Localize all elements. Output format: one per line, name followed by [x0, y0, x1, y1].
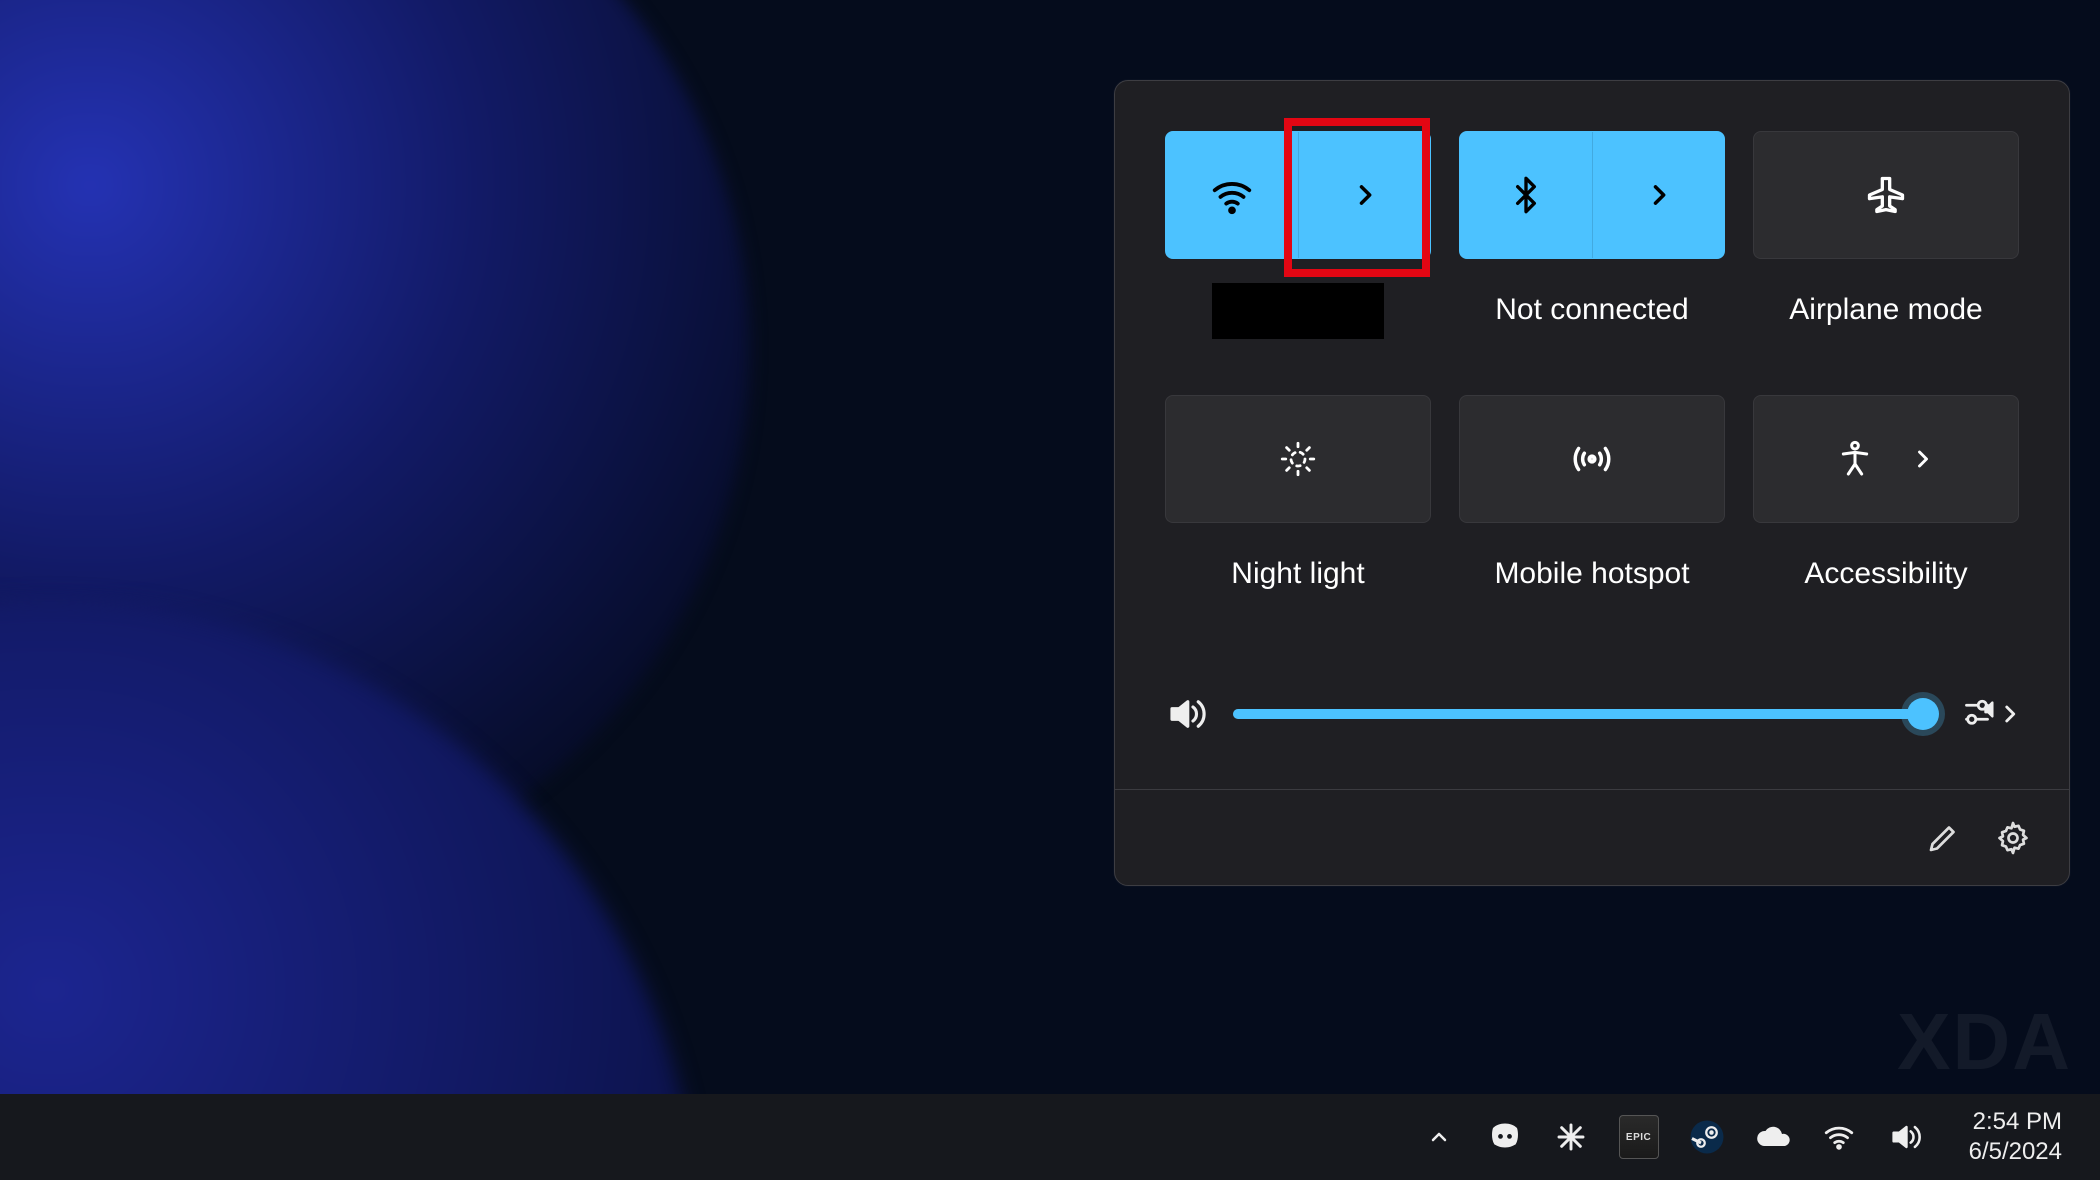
- airplane-mode-tile[interactable]: [1753, 131, 2019, 259]
- airplane-label: Airplane mode: [1789, 293, 1982, 329]
- quick-settings-tiles: Not connected Airplane mode: [1165, 131, 2019, 649]
- wifi-toggle-button[interactable]: [1166, 132, 1298, 258]
- speaker-icon[interactable]: [1165, 693, 1207, 735]
- chevron-right-icon: [1351, 181, 1379, 209]
- slack-tray-icon[interactable]: [1553, 1119, 1589, 1155]
- accessibility-tile-group: Accessibility: [1753, 395, 2019, 649]
- clock-date: 6/5/2024: [1969, 1137, 2062, 1167]
- system-tray: EPIC: [1421, 1115, 1949, 1159]
- airplane-tile-group: Airplane mode: [1753, 131, 2019, 395]
- wifi-network-name-redacted: [1212, 283, 1384, 339]
- wifi-tile-group: [1165, 131, 1431, 395]
- night-light-icon: [1277, 438, 1319, 480]
- airplane-icon: [1864, 173, 1908, 217]
- mobile-hotspot-tile[interactable]: [1459, 395, 1725, 523]
- nightlight-tile-group: Night light: [1165, 395, 1431, 649]
- settings-button[interactable]: [1995, 820, 2031, 856]
- audio-output-button[interactable]: [1963, 693, 2019, 735]
- taskbar: EPIC 2:54 PM 6/5/2024: [0, 1094, 2100, 1180]
- edit-button[interactable]: [1925, 820, 1961, 856]
- bluetooth-label: Not connected: [1495, 293, 1688, 329]
- clock-time: 2:54 PM: [1969, 1107, 2062, 1137]
- chevron-right-icon: [1909, 445, 1937, 473]
- wifi-expand-button[interactable]: [1298, 132, 1430, 258]
- bluetooth-tile[interactable]: [1459, 131, 1725, 259]
- hotspot-label: Mobile hotspot: [1494, 557, 1689, 593]
- discord-tray-icon[interactable]: [1487, 1119, 1523, 1155]
- wifi-tile[interactable]: [1165, 131, 1431, 259]
- onedrive-tray-icon[interactable]: [1755, 1119, 1791, 1155]
- volume-row: [1165, 693, 2019, 735]
- night-light-tile[interactable]: [1165, 395, 1431, 523]
- accessibility-tile[interactable]: [1753, 395, 2019, 523]
- hotspot-icon: [1569, 436, 1615, 482]
- steam-tray-icon[interactable]: [1689, 1119, 1725, 1155]
- quick-settings-panel: Not connected Airplane mode: [1114, 80, 2070, 886]
- quick-settings-footer: [1115, 789, 2069, 885]
- volume-slider[interactable]: [1233, 709, 1937, 719]
- hotspot-tile-group: Mobile hotspot: [1459, 395, 1725, 649]
- accessibility-label: Accessibility: [1804, 557, 1967, 593]
- accessibility-icon: [1835, 439, 1875, 479]
- nightlight-label: Night light: [1231, 557, 1364, 593]
- chevron-right-icon: [1645, 181, 1673, 209]
- epic-games-tray-icon[interactable]: EPIC: [1619, 1115, 1659, 1159]
- wifi-icon: [1209, 172, 1255, 218]
- volume-tray-icon[interactable]: [1887, 1119, 1923, 1155]
- bluetooth-icon: [1506, 175, 1546, 215]
- bluetooth-tile-group: Not connected: [1459, 131, 1725, 395]
- taskbar-clock[interactable]: 2:54 PM 6/5/2024: [1949, 1107, 2082, 1167]
- wifi-tray-icon[interactable]: [1821, 1119, 1857, 1155]
- tray-overflow-button[interactable]: [1421, 1119, 1457, 1155]
- bluetooth-expand-button[interactable]: [1592, 132, 1724, 258]
- bluetooth-toggle-button[interactable]: [1460, 132, 1592, 258]
